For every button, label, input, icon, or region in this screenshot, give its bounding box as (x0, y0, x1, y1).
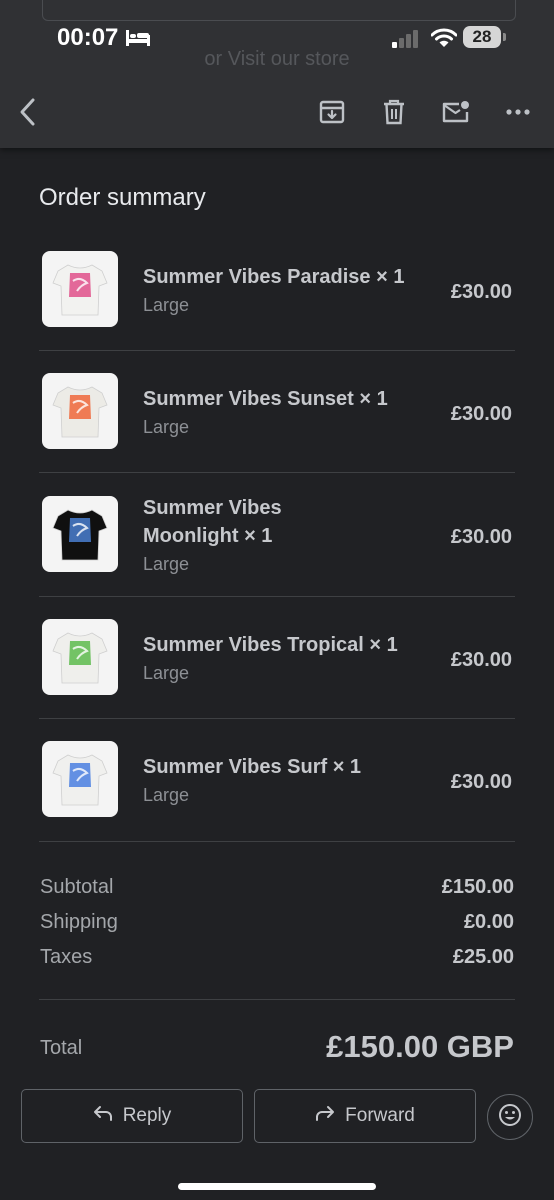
mark-unread-icon[interactable] (432, 88, 480, 136)
product-price: £30.00 (450, 281, 512, 303)
product-name: Summer Vibes Surf × 1 (143, 756, 362, 778)
product-thumbnail (42, 373, 118, 449)
back-icon[interactable] (4, 88, 52, 136)
more-icon[interactable] (494, 88, 542, 136)
product-name: Summer Vibes Tropical × 1 (143, 634, 398, 656)
product-variant: Large (143, 785, 190, 805)
archive-icon[interactable] (308, 88, 356, 136)
product-thumbnail (42, 251, 118, 327)
reply-icon (93, 1105, 113, 1127)
product-variant: Large (143, 663, 190, 683)
product-name: Summer Vibes Moonlight × 1 (143, 497, 282, 547)
cellular-signal-icon (392, 30, 420, 53)
product-thumbnail (42, 619, 118, 695)
status-time: 00:07 (57, 24, 119, 51)
product-variant: Large (143, 554, 190, 574)
taxes-value: £25.00 (452, 946, 514, 968)
item-divider (39, 841, 515, 842)
shipping-value: £0.00 (463, 911, 514, 933)
product-variant: Large (143, 295, 190, 315)
subtotal-value: £150.00 (441, 876, 514, 898)
shipping-row: Shipping £0.00 (40, 911, 514, 939)
product-name: Summer Vibes Paradise × 1 (143, 266, 405, 288)
emoji-icon (498, 1103, 522, 1132)
taxes-row: Taxes £25.00 (40, 946, 514, 974)
top-app-bar: or Visit our store 00:07 28 (0, 0, 554, 148)
subtotal-row: Subtotal £150.00 (40, 876, 514, 904)
reply-button[interactable]: Reply (21, 1089, 243, 1143)
item-divider (39, 472, 515, 473)
subtotal-label: Subtotal (40, 876, 114, 898)
order-item-row: Summer Vibes Moonlight × 1 Large £30.00 (39, 496, 515, 576)
total-value: £150.00 GBP (326, 1029, 514, 1064)
item-divider (39, 718, 515, 719)
product-price: £30.00 (450, 526, 512, 548)
summary-divider (39, 999, 515, 1000)
delete-icon[interactable] (370, 88, 418, 136)
order-item-row: Summer Vibes Tropical × 1 Large £30.00 (39, 619, 515, 699)
product-price: £30.00 (450, 649, 512, 671)
emoji-reaction-button[interactable] (487, 1094, 533, 1140)
product-variant: Large (143, 417, 190, 437)
item-divider (39, 350, 515, 351)
wifi-icon (430, 28, 458, 53)
forward-label: Forward (345, 1105, 415, 1126)
product-name: Summer Vibes Sunset × 1 (143, 388, 388, 410)
product-price: £30.00 (450, 403, 512, 425)
total-label: Total (40, 1037, 83, 1059)
product-thumbnail (42, 496, 118, 572)
forward-button[interactable]: Forward (254, 1089, 476, 1143)
home-indicator (178, 1183, 376, 1190)
background-button-edge (42, 0, 516, 21)
product-thumbnail (42, 741, 118, 817)
item-divider (39, 596, 515, 597)
order-item-row: Summer Vibes Paradise × 1 Large £30.00 (39, 251, 515, 331)
reply-label: Reply (122, 1105, 172, 1126)
order-item-row: Summer Vibes Sunset × 1 Large £30.00 (39, 373, 515, 453)
order-item-row: Summer Vibes Surf × 1 Large £30.00 (39, 741, 515, 821)
status-bar: 00:07 28 (0, 22, 554, 56)
shipping-label: Shipping (40, 911, 118, 933)
battery-level: 28 (463, 26, 501, 48)
product-price: £30.00 (450, 771, 512, 793)
forward-icon (315, 1105, 335, 1127)
order-summary-title: Order summary (39, 184, 206, 211)
email-toolbar (0, 88, 554, 136)
taxes-label: Taxes (40, 946, 93, 968)
sleep-focus-icon (126, 30, 150, 51)
